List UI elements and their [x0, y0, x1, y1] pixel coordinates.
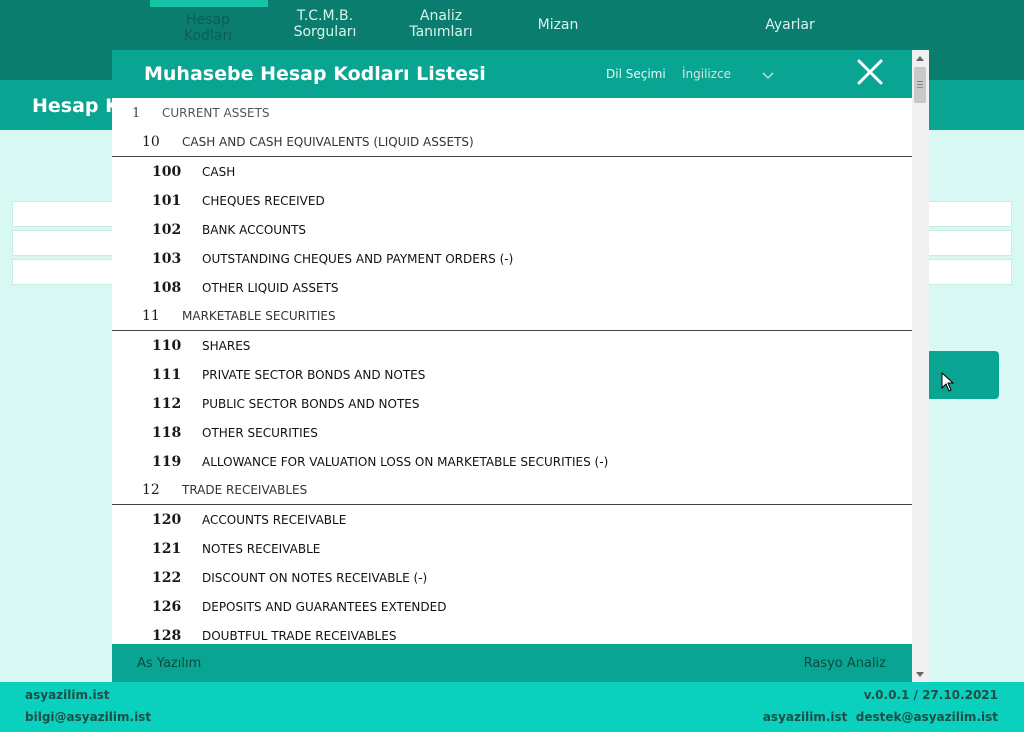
account-name: DOUBTFUL TRADE RECEIVABLES [202, 628, 397, 643]
account-name: OTHER SECURITIES [202, 425, 318, 440]
account-name: DEPOSITS AND GUARANTEES EXTENDED [202, 599, 447, 614]
account-row[interactable]: 100 CASH [112, 157, 912, 186]
page-footer: asyazilim.ist bilgi@asyazilim.ist v.0.0.… [0, 682, 1024, 732]
grip-line [917, 87, 923, 88]
account-name: CURRENT ASSETS [162, 106, 270, 120]
nav-label-line1: Ayarlar [765, 17, 815, 33]
page-title: Hesap K [32, 95, 120, 117]
nav-label-line2: Kodları [183, 28, 233, 44]
close-icon [857, 59, 883, 85]
footer-contact[interactable]: asyazilim.ist destek@asyazilim.ist [763, 710, 998, 724]
account-code: 11 [142, 308, 160, 324]
nav-label-line1: Mizan [537, 17, 579, 33]
modal-footer-right: Rasyo Analiz [803, 656, 886, 671]
account-code: 120 [152, 511, 182, 528]
account-row[interactable]: 119 ALLOWANCE FOR VALUATION LOSS ON MARKE… [112, 447, 912, 476]
account-code: 126 [152, 598, 182, 615]
account-row[interactable]: 110 SHARES [112, 331, 912, 360]
footer-version: v.0.0.1 / 27.10.2021 [863, 688, 998, 702]
account-row[interactable]: 108 OTHER LIQUID ASSETS [112, 273, 912, 302]
account-row[interactable]: 118 OTHER SECURITIES [112, 418, 912, 447]
scroll-up-icon[interactable] [916, 56, 924, 61]
account-code: 111 [152, 366, 182, 383]
account-code: 128 [152, 627, 182, 644]
account-code: 118 [152, 424, 182, 441]
account-name: NOTES RECEIVABLE [202, 541, 321, 556]
account-row[interactable]: 10 CASH AND CASH EQUIVALENTS (LIQUID ASSE… [112, 128, 912, 157]
account-code: 110 [152, 337, 182, 354]
nav-item-ayarlar[interactable]: Ayarlar [742, 17, 838, 33]
account-name: PUBLIC SECTOR BONDS AND NOTES [202, 396, 420, 411]
account-code: 12 [142, 482, 160, 498]
account-row[interactable]: 102 BANK ACCOUNTS [112, 215, 912, 244]
account-name: SHARES [202, 338, 251, 353]
nav-item-hesap-kodlari[interactable]: Hesap Kodları [160, 12, 256, 44]
nav-active-indicator [150, 0, 268, 7]
nav-label-line1: Analiz [419, 8, 463, 24]
modal-footer-left: As Yazılım [137, 656, 202, 671]
account-code: 119 [152, 453, 182, 470]
account-code: 100 [152, 163, 182, 180]
account-name: ALLOWANCE FOR VALUATION LOSS ON MARKETAB… [202, 454, 609, 469]
account-row[interactable]: 126 DEPOSITS AND GUARANTEES EXTENDED [112, 592, 912, 621]
chevron-down-icon [762, 66, 774, 88]
account-row[interactable]: 111 PRIVATE SECTOR BONDS AND NOTES [112, 360, 912, 389]
account-code: 102 [152, 221, 182, 238]
modal-footer: As Yazılım Rasyo Analiz [112, 644, 912, 682]
account-row[interactable]: 12 TRADE RECEIVABLES [112, 476, 912, 505]
language-select[interactable]: İngilizce [682, 63, 776, 85]
account-name: CASH [202, 164, 236, 179]
account-name: OTHER LIQUID ASSETS [202, 280, 339, 295]
account-name: OUTSTANDING CHEQUES AND PAYMENT ORDERS (… [202, 251, 514, 266]
nav-item-analiz-tanimlari[interactable]: Analiz Tanımları [392, 8, 490, 40]
account-code: 10 [142, 134, 160, 150]
account-row[interactable]: 122 DISCOUNT ON NOTES RECEIVABLE (-) [112, 563, 912, 592]
account-row[interactable]: 101 CHEQUES RECEIVED [112, 186, 912, 215]
account-name: DISCOUNT ON NOTES RECEIVABLE (-) [202, 570, 428, 585]
account-row[interactable]: 120 ACCOUNTS RECEIVABLE [112, 505, 912, 534]
account-row[interactable]: 103 OUTSTANDING CHEQUES AND PAYMENT ORDER… [112, 244, 912, 273]
account-row[interactable]: 121 NOTES RECEIVABLE [112, 534, 912, 563]
modal-title: Muhasebe Hesap Kodları Listesi [144, 63, 486, 85]
language-select-value: İngilizce [682, 67, 732, 81]
account-row[interactable]: 1 CURRENT ASSETS [112, 98, 912, 128]
account-name: ACCOUNTS RECEIVABLE [202, 512, 347, 527]
account-name: MARKETABLE SECURITIES [182, 309, 336, 323]
nav-label-line1: Hesap [186, 12, 230, 28]
account-code: 1 [132, 105, 141, 121]
account-row[interactable]: 112 PUBLIC SECTOR BONDS AND NOTES [112, 389, 912, 418]
grip-line [917, 84, 923, 85]
nav-item-tcmb-sorgulari[interactable]: T.C.M.B. Sorguları [276, 8, 374, 40]
nav-label-line2: Sorguları [293, 24, 357, 40]
account-codes-modal: Muhasebe Hesap Kodları Listesi Dil Seçim… [112, 50, 929, 682]
footer-website[interactable]: asyazilim.ist [25, 688, 110, 702]
account-list: 1 CURRENT ASSETS 10 CASH AND CASH EQUIVALEN… [112, 98, 912, 644]
account-code: 112 [152, 395, 182, 412]
account-code: 103 [152, 250, 182, 267]
account-code: 108 [152, 279, 182, 296]
account-row[interactable]: 11 MARKETABLE SECURITIES [112, 302, 912, 331]
modal-header: Muhasebe Hesap Kodları Listesi Dil Seçim… [112, 50, 912, 98]
grip-line [917, 81, 923, 82]
account-code: 121 [152, 540, 182, 557]
nav-item-mizan[interactable]: Mizan [510, 17, 606, 33]
scroll-down-icon[interactable] [916, 672, 924, 677]
nav-label-line2: Tanımları [409, 24, 473, 40]
account-name: BANK ACCOUNTS [202, 222, 307, 237]
nav-label-line1: T.C.M.B. [296, 8, 354, 24]
account-name: PRIVATE SECTOR BONDS AND NOTES [202, 367, 426, 382]
account-name: CASH AND CASH EQUIVALENTS (LIQUID ASSETS… [182, 135, 474, 149]
account-name: TRADE RECEIVABLES [182, 483, 308, 497]
close-button[interactable] [856, 58, 884, 86]
account-row[interactable]: 128 DOUBTFUL TRADE RECEIVABLES [112, 621, 912, 644]
modal-scrollbar[interactable] [912, 50, 929, 682]
scrollbar-thumb[interactable] [914, 67, 926, 103]
language-label: Dil Seçimi [606, 67, 666, 81]
footer-email[interactable]: bilgi@asyazilim.ist [25, 710, 151, 724]
account-code: 101 [152, 192, 182, 209]
background-action-button[interactable] [926, 351, 999, 399]
account-name: CHEQUES RECEIVED [202, 193, 325, 208]
mouse-pointer-icon [941, 371, 955, 396]
account-code: 122 [152, 569, 182, 586]
